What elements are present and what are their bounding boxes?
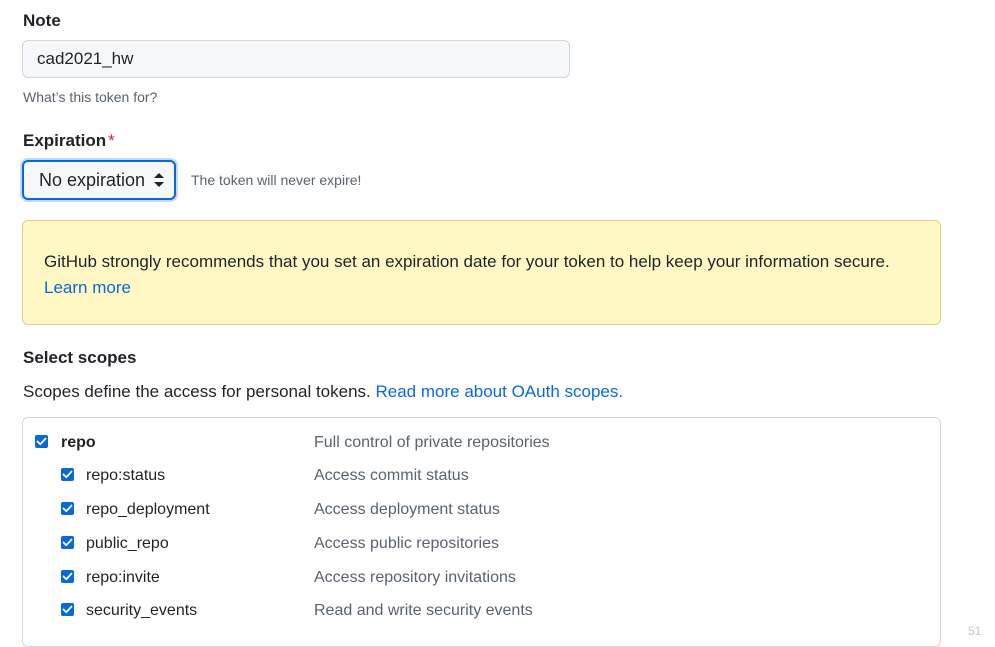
scope-description: Full control of private repositories <box>314 434 550 451</box>
select-sort-icon <box>154 173 164 187</box>
checkmark-icon <box>36 437 47 446</box>
flash-text: GitHub strongly recommends that you set … <box>44 252 890 271</box>
scope-checkbox-repo-deployment[interactable] <box>61 502 74 515</box>
scope-row-public-repo: public_repo Access public repositories <box>23 535 940 555</box>
scope-name: repo:status <box>86 467 166 484</box>
scope-row-repo-status: repo:status Access commit status <box>23 467 940 487</box>
expiration-warning-flash: GitHub strongly recommends that you set … <box>22 220 941 325</box>
expiration-selected-value: No expiration <box>39 169 146 190</box>
scope-row-security-events: security_events Read and write security … <box>23 602 940 622</box>
scope-checkbox-public-repo[interactable] <box>61 536 74 549</box>
checkmark-icon <box>62 538 73 547</box>
scope-description: Access public repositories <box>314 535 499 552</box>
scope-description: Access repository invitations <box>314 569 516 586</box>
learn-more-link[interactable]: Learn more <box>44 278 131 297</box>
scopes-description-text: Scopes define the access for personal to… <box>23 382 371 401</box>
scope-name: repo_deployment <box>86 501 210 518</box>
select-scopes-heading: Select scopes <box>23 348 137 367</box>
scope-checkbox-security-events[interactable] <box>61 603 74 616</box>
checkmark-icon <box>62 470 73 479</box>
checkmark-icon <box>62 504 73 513</box>
scope-row-repo-deployment: repo_deployment Access deployment status <box>23 501 940 521</box>
scope-checkbox-repo-status[interactable] <box>61 468 74 481</box>
scope-row-repo-invite: repo:invite Access repository invitation… <box>23 569 940 589</box>
scope-name: security_events <box>86 602 198 619</box>
checkmark-icon <box>62 605 73 614</box>
scope-name: repo <box>61 434 96 451</box>
scope-description: Read and write security events <box>314 602 533 619</box>
oauth-scopes-link[interactable]: Read more about OAuth scopes. <box>376 382 624 401</box>
scope-row-repo: repo Full control of private repositorie… <box>23 434 940 454</box>
note-hint: What’s this token for? <box>23 89 158 105</box>
corner-mark: 51 <box>968 624 982 638</box>
expiration-select[interactable]: No expiration <box>22 160 176 200</box>
expiration-label: Expiration * <box>23 131 115 151</box>
scope-checkbox-repo[interactable] <box>35 435 48 448</box>
required-mark: * <box>108 131 115 150</box>
scopes-description: Scopes define the access for personal to… <box>23 382 623 402</box>
scope-checkbox-repo-invite[interactable] <box>61 570 74 583</box>
scope-description: Access commit status <box>314 467 469 484</box>
scope-name: public_repo <box>86 535 169 552</box>
scope-description: Access deployment status <box>314 501 500 518</box>
expiration-label-text: Expiration <box>23 131 107 150</box>
note-label: Note <box>23 11 61 30</box>
note-input[interactable] <box>22 40 570 78</box>
scope-name: repo:invite <box>86 569 160 586</box>
expiration-note: The token will never expire! <box>191 172 362 188</box>
scopes-list: repo Full control of private repositorie… <box>22 417 941 647</box>
checkmark-icon <box>62 572 73 581</box>
